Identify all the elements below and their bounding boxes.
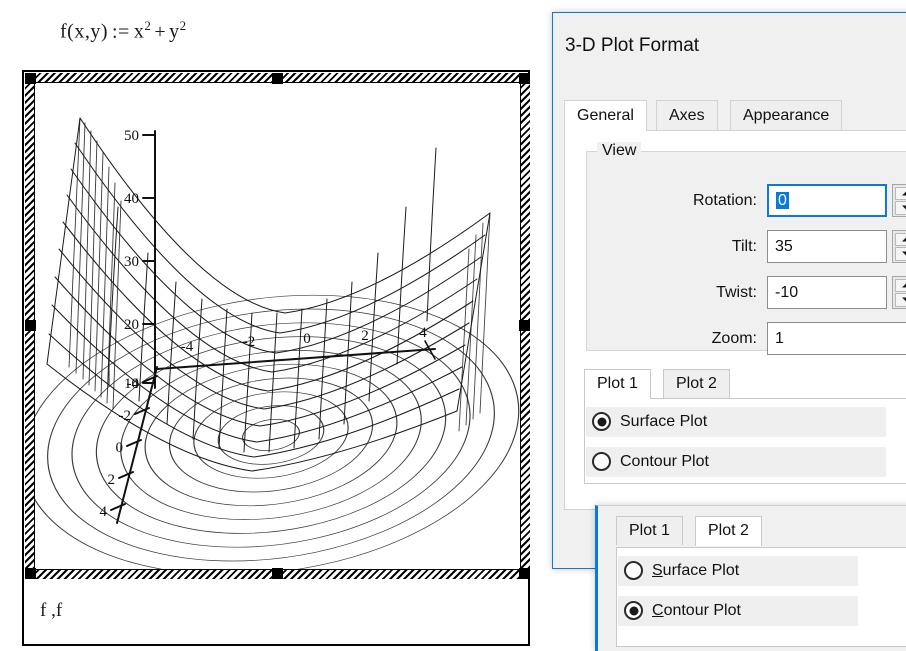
twist-row: Twist: -10 [587,274,906,311]
tilt-spinner[interactable] [892,230,906,263]
twist-label: Twist: [587,274,757,311]
radio-surface-plot-secondary-label: Surface Plot [652,556,739,586]
rotation-value: 0 [776,192,789,209]
twist-spin-up-icon[interactable] [895,279,906,293]
term2-exponent: 2 [180,18,187,33]
plot-tab-plot2[interactable]: Plot 2 [663,369,730,398]
rotation-spin-up-icon[interactable] [895,187,906,201]
plot-format-dialog-secondary: Plot 1 Plot 2 Surface Plot Contour Plot [595,505,906,651]
plot-format-dialog: 3-D Plot Format General Axes Appearance … [552,12,906,569]
plot-selector-secondary: Plot 1 Plot 2 Surface Plot Contour Plot [616,516,906,646]
dialog-title: 3-D Plot Format [565,35,699,57]
selection-handle-middle-right[interactable] [519,320,530,331]
svg-text:4: 4 [419,325,427,341]
dialog-tabstrip: General Axes Appearance [564,100,906,130]
general-tab-page: View Rotation: 0 Tilt: 35 [564,130,906,510]
tilt-spin-down-icon[interactable] [895,247,906,261]
twist-spin-down-icon[interactable] [895,293,906,307]
plot-tab-plot1-secondary[interactable]: Plot 1 [616,516,683,545]
plot-selector-tabs-secondary: Plot 1 Plot 2 [616,516,906,547]
term2-base: y [169,21,180,43]
plot-selector-primary: Plot 1 Plot 2 Surface Plot Contour Plot [584,369,906,491]
plot-canvas[interactable]: 50 40 30 20 10 -4 -2 0 2 4 -4 [34,82,521,570]
svg-text:30: 30 [124,254,139,270]
plot-selector-tabs: Plot 1 Plot 2 [584,369,906,398]
radio-contour-plot[interactable]: Contour Plot [586,447,886,477]
assignment-operator: := [108,21,134,43]
tilt-row: Tilt: 35 [587,228,906,265]
surface-contour-plot-svg: 50 40 30 20 10 -4 -2 0 2 4 -4 [35,83,520,569]
svg-text:40: 40 [124,191,139,207]
plot-arguments-label[interactable]: f ,f [40,600,62,622]
tab-appearance[interactable]: Appearance [730,100,842,130]
zoom-input[interactable]: 1 [767,322,906,355]
rotation-spinner[interactable] [892,184,906,217]
view-group: View Rotation: 0 Tilt: 35 [586,151,906,351]
radio-contour-plot-secondary-label: Contour Plot [652,596,741,626]
term1-base: x [134,21,145,43]
radio-surface-plot-icon[interactable] [592,412,611,431]
function-args: (x,y) [67,21,108,43]
rotation-label: Rotation: [587,182,757,219]
selection-handle-top-center[interactable] [272,73,283,84]
zoom-label: Zoom: [587,320,757,357]
plot-tab-plot1[interactable]: Plot 1 [584,369,651,399]
svg-text:0: 0 [116,440,124,456]
rotation-input[interactable]: 0 [767,184,887,217]
tilt-input[interactable]: 35 [767,230,887,263]
svg-text:2: 2 [361,328,369,344]
function-definition[interactable]: f(x,y):=x2+y2 [60,18,187,44]
tilt-spin-up-icon[interactable] [895,233,906,247]
plot-selector-page-secondary: Surface Plot Contour Plot [616,547,906,647]
radio-surface-plot[interactable]: Surface Plot [586,407,886,437]
rotation-spin-down-icon[interactable] [895,201,906,215]
twist-spinner[interactable] [892,276,906,309]
svg-text:2: 2 [108,472,116,488]
view-group-legend: View [597,142,641,160]
selection-handle-bottom-center[interactable] [272,568,283,579]
surface-plot-mnemonic: S [652,562,663,579]
svg-text:20: 20 [124,317,139,333]
radio-contour-plot-icon[interactable] [592,452,611,471]
plus-operator: + [151,21,169,43]
svg-text:-2: -2 [243,334,256,350]
svg-text:4: 4 [100,504,108,520]
surface-plot-rest: urface Plot [663,562,739,579]
selection-handle-bottom-left[interactable] [25,568,36,579]
svg-text:-4: -4 [127,376,140,392]
svg-text:-2: -2 [119,408,132,424]
contour-plot-rest: ontour Plot [664,602,741,619]
tab-general[interactable]: General [564,100,647,131]
tilt-label: Tilt: [587,228,757,265]
selection-handle-top-right[interactable] [519,73,530,84]
svg-text:-4: -4 [181,339,194,355]
radio-surface-plot-secondary[interactable]: Surface Plot [618,556,858,586]
plot-tab-plot2-secondary[interactable]: Plot 2 [695,516,762,546]
plot-selector-page: Surface Plot Contour Plot [584,398,906,484]
radio-contour-plot-secondary-icon[interactable] [624,601,643,620]
radio-contour-plot-label: Contour Plot [620,447,709,477]
mathcad-worksheet: f(x,y):=x2+y2 [0,0,546,651]
svg-text:0: 0 [303,331,311,347]
selection-handle-bottom-right[interactable] [519,568,530,579]
radio-contour-plot-secondary[interactable]: Contour Plot [618,596,858,626]
rotation-row: Rotation: 0 [587,182,906,219]
selection-handle-middle-left[interactable] [25,320,36,331]
radio-surface-plot-label: Surface Plot [620,407,707,437]
selection-handle-top-left[interactable] [25,73,36,84]
radio-surface-plot-secondary-icon[interactable] [624,561,643,580]
zoom-row: Zoom: 1 [587,320,906,357]
twist-input[interactable]: -10 [767,276,887,309]
plot-selection-border[interactable]: 50 40 30 20 10 -4 -2 0 2 4 -4 [25,73,530,579]
svg-text:50: 50 [124,128,139,144]
tab-axes[interactable]: Axes [656,100,718,130]
contour-plot-mnemonic: C [652,602,664,619]
